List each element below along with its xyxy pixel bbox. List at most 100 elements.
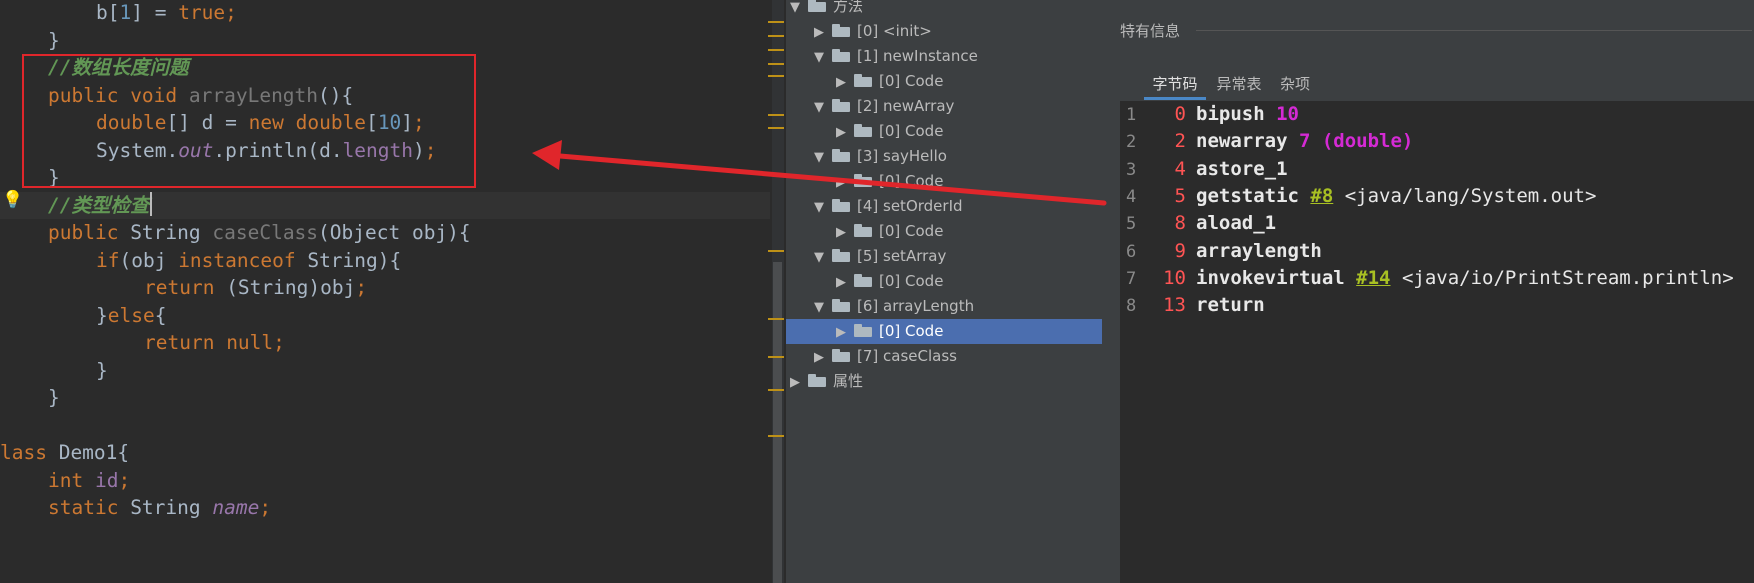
code-line[interactable]: b[1] = true; [0, 0, 237, 26]
tree-node-label: [0] Code [879, 272, 944, 290]
code-line[interactable]: //类型检查 [0, 191, 770, 219]
tree-node[interactable]: ▶ [0] <init> [810, 19, 934, 44]
scrollbar-marker[interactable] [768, 127, 784, 129]
tree-node[interactable]: ▶ 属性 [786, 369, 865, 394]
folder-icon [808, 374, 826, 387]
collapsed-arrow-icon[interactable]: ▶ [810, 345, 828, 370]
collapsed-arrow-icon[interactable]: ▶ [832, 170, 850, 195]
expanded-arrow-icon[interactable]: ▼ [810, 295, 828, 320]
expanded-arrow-icon[interactable]: ▼ [786, 0, 804, 20]
expanded-arrow-icon[interactable]: ▼ [810, 245, 828, 270]
scrollbar-marker[interactable] [768, 75, 784, 77]
class-structure-tree[interactable]: ▼ 方法 ▶ [0] <init> ▼ [1] newInstance ▶ [0] Code ▼… [786, 0, 1102, 583]
folder-icon [832, 199, 850, 212]
tree-node-label: [0] Code [879, 172, 944, 190]
scrollbar-marker[interactable] [768, 250, 784, 252]
folder-icon [832, 24, 850, 37]
collapsed-arrow-icon[interactable]: ▶ [832, 220, 850, 245]
info-tab[interactable]: 杂项 [1272, 70, 1318, 100]
line-number: 5 [1126, 214, 1137, 235]
scrollbar-marker[interactable] [768, 435, 784, 437]
bytecode-line[interactable]: 1 0 bipush 10 [1120, 101, 1299, 128]
info-tab[interactable]: 异常表 [1210, 70, 1268, 100]
code-token: (Object obj){ [318, 221, 471, 244]
collapsed-arrow-icon[interactable]: ▶ [832, 70, 850, 95]
bytecode-view[interactable]: 1 0 bipush 10 2 2 newarray 7 (double) 3 4 astore… [1120, 101, 1754, 583]
tree-node-label: [0] Code [879, 72, 944, 90]
code-line-content: }else{ [0, 304, 166, 327]
tree-node[interactable]: ▼ [4] setOrderId [810, 194, 965, 219]
editor-scrollbar-thumb[interactable] [773, 262, 782, 583]
tree-node[interactable]: ▼ 方法 [786, 0, 865, 19]
tree-node[interactable]: ▼ [1] newInstance [810, 44, 980, 69]
scrollbar-marker[interactable] [768, 356, 784, 358]
code-line[interactable]: int id; [0, 467, 130, 494]
expanded-arrow-icon[interactable]: ▼ [810, 45, 828, 70]
scrollbar-marker[interactable] [768, 21, 784, 23]
bytecode-line[interactable]: 3 4 astore_1 [1120, 156, 1288, 183]
tree-node[interactable]: ▶ [0] Code [832, 269, 945, 294]
folder-icon [854, 174, 872, 187]
tree-node-label: [6] arrayLength [857, 297, 975, 315]
tree-node[interactable]: ▼ [3] sayHello [810, 144, 949, 169]
code-line-content: public String caseClass(Object obj){ [0, 221, 471, 244]
code-line[interactable]: }else{ [0, 302, 166, 329]
expanded-arrow-icon[interactable]: ▼ [810, 95, 828, 120]
scrollbar-marker[interactable] [768, 114, 784, 116]
tree-node[interactable]: ▶ [0] Code [832, 219, 945, 244]
collapsed-arrow-icon[interactable]: ▶ [832, 270, 850, 295]
code-line[interactable]: } [0, 384, 60, 411]
scrollbar-marker[interactable] [768, 63, 784, 65]
expanded-arrow-icon[interactable]: ▼ [810, 195, 828, 220]
bytecode-line[interactable]: 2 2 newarray 7 (double) [1120, 128, 1413, 155]
constant-pool-ref[interactable]: #14 [1356, 267, 1390, 289]
code-line[interactable]: return (String)obj; [0, 274, 367, 301]
bytecode-line[interactable]: 4 5 getstatic #8 <java/lang/System.out> [1120, 183, 1596, 210]
tree-node[interactable]: ▶ [0] Code [832, 169, 945, 194]
bytecode-line[interactable]: 6 9 arraylength [1120, 238, 1322, 265]
collapsed-arrow-icon[interactable]: ▶ [832, 120, 850, 145]
constant-pool-ref[interactable]: #8 [1310, 185, 1333, 207]
code-line[interactable]: return null; [0, 329, 285, 356]
code-token: true [178, 1, 226, 24]
code-editor[interactable]: b[1] = true;}//数组长度问题 public void arrayLe… [0, 0, 770, 583]
opcode-argument: <java/lang/System.out> [1333, 184, 1597, 207]
bytecode-line[interactable]: 5 8 aload_1 [1120, 210, 1276, 237]
tree-node[interactable]: ▶ [7] caseClass [810, 344, 959, 369]
code-token: String [130, 496, 213, 519]
code-line[interactable]: static String name; [0, 494, 271, 521]
tree-node[interactable]: ▶ [0] Code [786, 319, 1102, 344]
code-line[interactable]: } [0, 27, 60, 54]
code-line-content: } [0, 29, 60, 52]
info-tab[interactable]: 字节码 [1144, 70, 1206, 100]
tree-node[interactable]: ▼ [6] arrayLength [810, 294, 976, 319]
tree-node-label: [7] caseClass [857, 347, 957, 365]
opcode: invokevirtual [1196, 266, 1345, 289]
tree-node-label: 方法 [833, 0, 864, 15]
collapsed-arrow-icon[interactable]: ▶ [786, 370, 804, 395]
code-line[interactable]: public String caseClass(Object obj){ [0, 219, 471, 246]
tree-node[interactable]: ▶ [0] Code [832, 69, 945, 94]
scrollbar-marker[interactable] [768, 318, 784, 320]
bulb-icon[interactable]: 💡 [2, 190, 23, 210]
bytecode-line[interactable]: 8 13 return [1120, 292, 1265, 319]
code-line[interactable]: } [0, 357, 108, 384]
tree-node-label: 属性 [833, 372, 864, 390]
bytecode-line[interactable]: 7 10 invokevirtual #14 <java/io/PrintStrea… [1120, 265, 1734, 292]
scrollbar-marker[interactable] [768, 49, 784, 51]
code-line[interactable]: if(obj instanceof String){ [0, 247, 401, 274]
code-line[interactable]: lass Demo1{ [0, 439, 129, 466]
tree-node[interactable]: ▶ [0] Code [832, 119, 945, 144]
tree-node[interactable]: ▼ [5] setArray [810, 244, 948, 269]
scrollbar-marker[interactable] [768, 389, 784, 391]
expanded-arrow-icon[interactable]: ▼ [810, 145, 828, 170]
tree-node[interactable]: ▼ [2] newArray [810, 94, 956, 119]
code-token: ; [118, 468, 131, 492]
code-token: lass [0, 441, 59, 464]
collapsed-arrow-icon[interactable]: ▶ [810, 20, 828, 45]
scrollbar-marker[interactable] [768, 35, 784, 37]
tree-node-label: [0] Code [879, 322, 944, 340]
collapsed-arrow-icon[interactable]: ▶ [832, 320, 850, 345]
folder-icon [832, 49, 850, 62]
bytecode-offset: 9 [1174, 239, 1186, 262]
